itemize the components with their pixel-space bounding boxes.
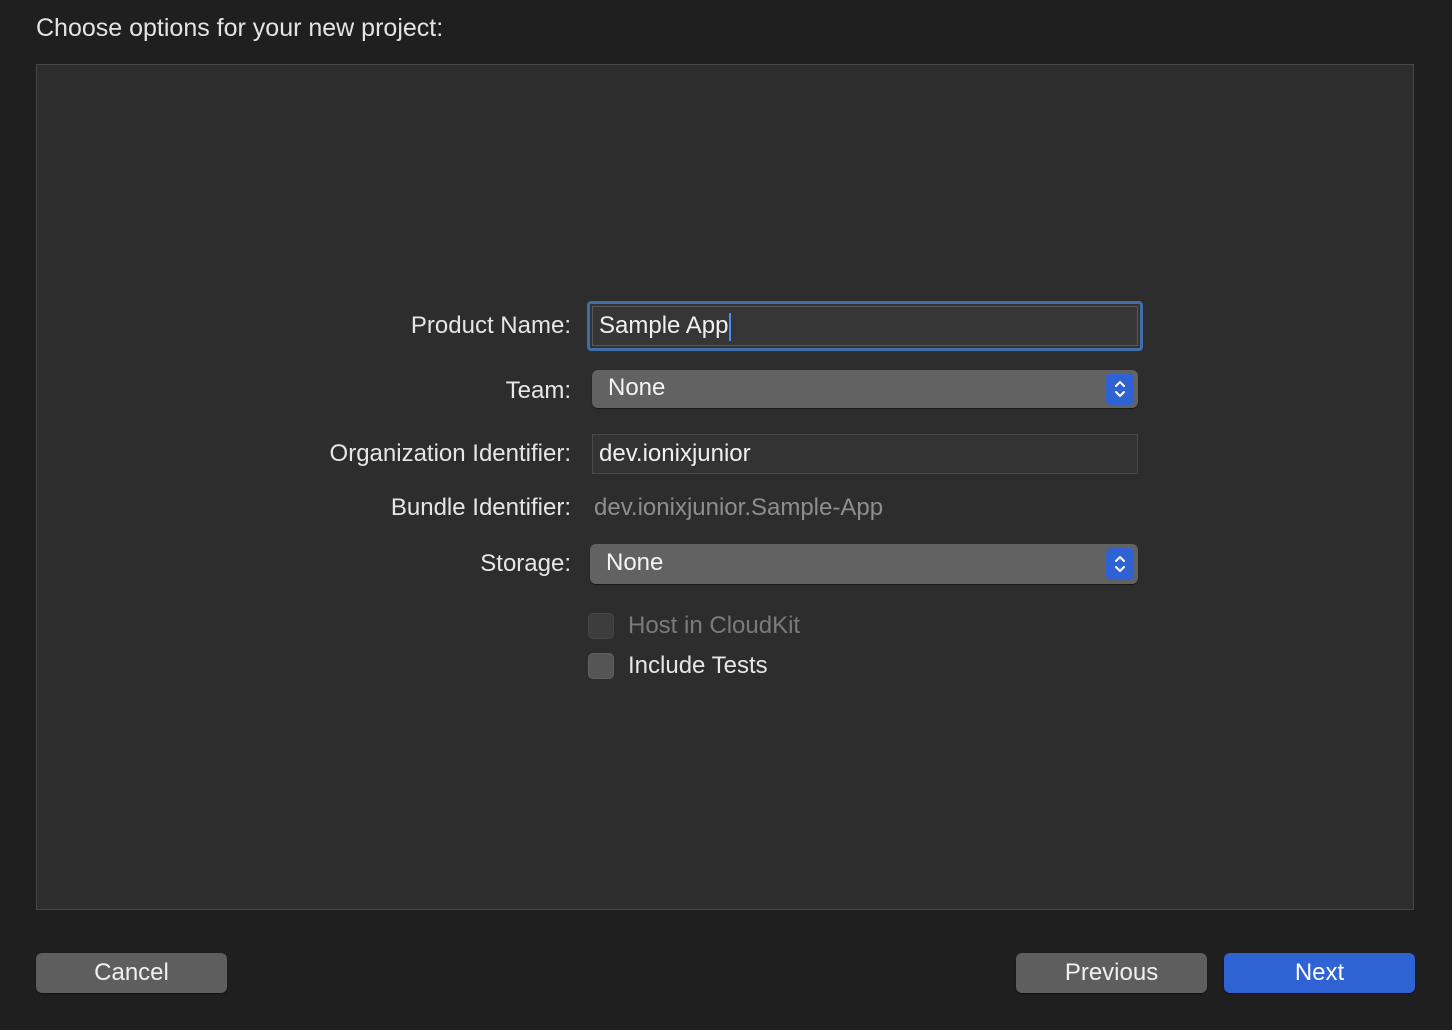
cancel-button[interactable]: Cancel bbox=[36, 953, 227, 993]
include-tests-label[interactable]: Include Tests bbox=[628, 652, 768, 680]
include-tests-checkbox[interactable] bbox=[588, 653, 614, 679]
next-button[interactable]: Next bbox=[1224, 953, 1415, 993]
bundle-identifier-value: dev.ionixjunior.Sample-App bbox=[594, 494, 884, 521]
storage-label: Storage: bbox=[480, 550, 571, 577]
new-project-dialog: Choose options for your new project: Pro… bbox=[0, 0, 1452, 1030]
product-name-input[interactable]: Sample App bbox=[592, 306, 1138, 346]
host-in-cloudkit-option: Host in CloudKit bbox=[588, 611, 800, 641]
organization-identifier-value: dev.ionixjunior bbox=[599, 440, 751, 467]
product-name-label: Product Name: bbox=[410, 312, 571, 339]
chevron-up-down-icon bbox=[1106, 548, 1134, 580]
bundle-identifier-label: Bundle Identifier: bbox=[390, 494, 571, 521]
organization-identifier-label: Organization Identifier: bbox=[329, 440, 571, 467]
chevron-up-down-icon bbox=[1106, 373, 1134, 405]
product-name-value: Sample App bbox=[599, 312, 729, 339]
storage-popup-button[interactable]: None bbox=[590, 544, 1138, 584]
text-caret bbox=[729, 312, 732, 341]
team-popup-button[interactable]: None bbox=[592, 370, 1138, 408]
organization-identifier-field[interactable]: dev.ionixjunior bbox=[592, 434, 1138, 474]
team-label: Team: bbox=[505, 377, 571, 404]
team-popup-value: None bbox=[608, 374, 666, 401]
options-panel bbox=[36, 64, 1414, 910]
previous-button[interactable]: Previous bbox=[1016, 953, 1207, 993]
storage-popup-value: None bbox=[606, 549, 664, 576]
host-in-cloudkit-checkbox bbox=[588, 613, 614, 639]
product-name-field[interactable]: Sample App bbox=[587, 301, 1143, 351]
dialog-heading: Choose options for your new project: bbox=[36, 14, 444, 42]
include-tests-option[interactable]: Include Tests bbox=[588, 651, 768, 681]
host-in-cloudkit-label: Host in CloudKit bbox=[628, 612, 801, 639]
